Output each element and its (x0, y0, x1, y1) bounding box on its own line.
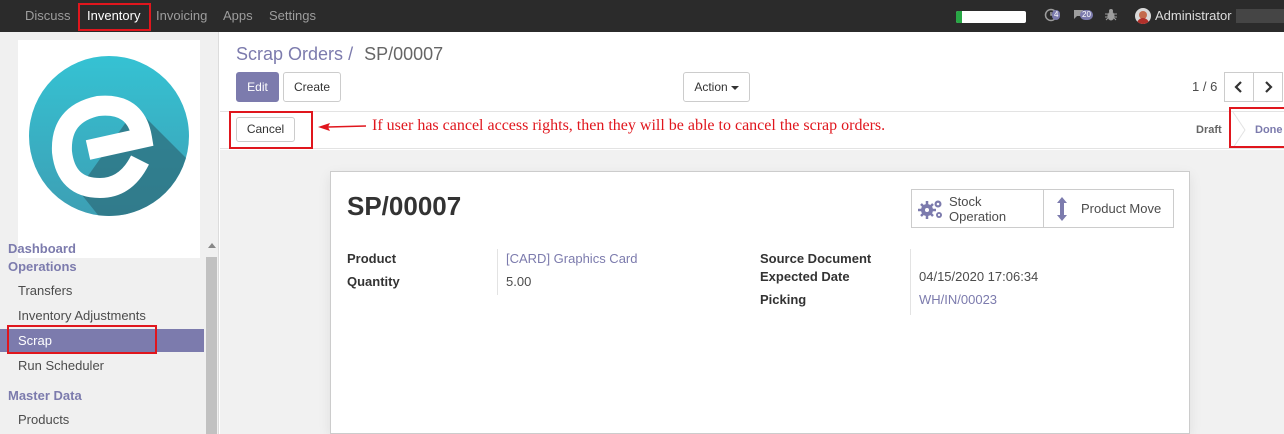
breadcrumb: Scrap Orders / SP/00007 (236, 44, 443, 65)
menu-group-operations: Operations (8, 259, 77, 274)
pager-value[interactable]: 1 / 6 (1192, 79, 1217, 94)
action-dropdown[interactable]: Action (683, 72, 750, 102)
breadcrumb-scrap-orders[interactable]: Scrap Orders (236, 44, 343, 64)
stock-operation-label-2: Operation (949, 209, 1007, 224)
breadcrumb-current: SP/00007 (364, 44, 444, 64)
bug-icon[interactable] (1105, 8, 1117, 25)
stock-operation-button[interactable]: Stock Operation (912, 190, 1043, 227)
source-document-label: Source Document (760, 251, 872, 266)
top-navbar: Discuss Inventory Invoicing Apps Setting… (0, 0, 1284, 32)
scrollbar-thumb[interactable] (206, 257, 217, 434)
user-avatar[interactable] (1135, 8, 1151, 24)
annotation-arrow-icon (318, 123, 366, 131)
sidebar-scrollbar[interactable] (205, 241, 218, 434)
menu-invoicing[interactable]: Invoicing (156, 0, 207, 32)
gears-icon (918, 200, 942, 219)
product-field[interactable]: [CARD] Graphics Card (506, 251, 637, 266)
product-label: Product (347, 251, 397, 266)
field-divider-left (497, 249, 498, 295)
breadcrumb-separator: / (348, 44, 354, 64)
sidebar-item-transfers[interactable]: Transfers (0, 279, 204, 302)
company-logo[interactable] (18, 40, 200, 258)
quantity-label: Quantity (347, 274, 400, 289)
smart-button-box: Stock Operation Product Move (911, 189, 1174, 228)
status-draft[interactable]: Draft (1196, 124, 1222, 136)
caret-down-icon (730, 85, 739, 90)
menu-group-master-data: Master Data (8, 388, 82, 403)
highlight-box-scrap (7, 325, 157, 354)
redacted-user-info (1236, 9, 1284, 23)
sidebar-item-inventory-adjustments[interactable]: Inventory Adjustments (0, 304, 204, 327)
create-button[interactable]: Create (283, 72, 341, 102)
edit-button[interactable]: Edit (236, 72, 279, 102)
sidebar-item-products[interactable]: Products (0, 408, 204, 431)
scroll-up-arrow-icon[interactable] (208, 243, 216, 248)
highlight-box-done (1229, 107, 1284, 148)
menu-apps[interactable]: Apps (223, 0, 253, 32)
menu-discuss[interactable]: Discuss (25, 0, 71, 32)
menu-group-dashboard[interactable]: Dashboard (8, 241, 76, 256)
highlight-box-cancel (229, 111, 313, 149)
product-move-label: Product Move (1081, 201, 1162, 216)
field-divider-right (910, 249, 911, 315)
onboarding-progress-bar[interactable] (956, 11, 1026, 23)
action-label: Action (694, 80, 728, 94)
sidebar-item-run-scheduler[interactable]: Run Scheduler (0, 354, 204, 377)
stock-operation-label-1: Stock (949, 194, 982, 209)
menu-settings[interactable]: Settings (269, 0, 316, 32)
chevron-left-icon (1234, 81, 1242, 93)
expected-date-field[interactable]: 04/15/2020 17:06:34 (919, 269, 1038, 284)
user-menu[interactable]: Administrator (1155, 0, 1232, 32)
messages-count-badge: 20 (1080, 10, 1093, 20)
picking-label: Picking (760, 292, 807, 307)
pager-previous-button[interactable] (1224, 72, 1254, 102)
chevron-right-icon (1265, 81, 1273, 93)
annotation-note: If user has cancel access rights, then t… (372, 117, 886, 134)
vertical-arrows-icon (1057, 197, 1067, 221)
pager-next-button[interactable] (1253, 72, 1283, 102)
progress-fill (956, 11, 962, 23)
activity-count-badge: 4 (1052, 10, 1061, 20)
highlight-box-inventory (78, 3, 151, 31)
product-move-button[interactable]: Product Move (1044, 190, 1174, 227)
record-name: SP/00007 (347, 191, 462, 221)
picking-field[interactable]: WH/IN/00023 (919, 292, 997, 307)
expected-date-label: Expected Date (760, 269, 850, 284)
quantity-field[interactable]: 5.00 (506, 274, 531, 289)
